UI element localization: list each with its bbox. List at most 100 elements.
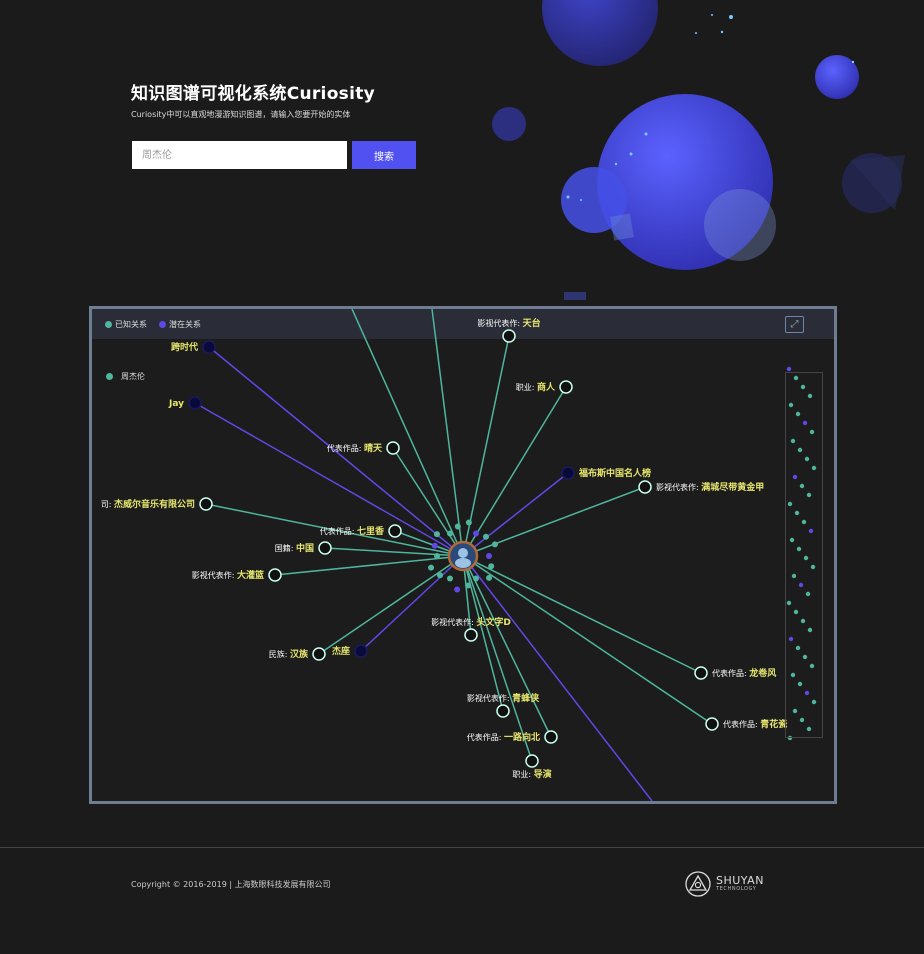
- graph-edge: [462, 555, 653, 801]
- label-value: 商人: [537, 381, 556, 393]
- latent-relation-icon: [159, 321, 166, 328]
- satellite-dot: [447, 575, 453, 582]
- label-value: 中国: [296, 542, 314, 554]
- knowledge-graph-canvas[interactable]: 影视代表作: 天台职业: 商人跨时代Jay代表作品: 晴天福布斯中国名人榜影视代…: [92, 309, 834, 801]
- label-key: 职业:: [512, 769, 533, 779]
- graph-node-label: 司: 杰威尔音乐有限公司: [101, 498, 195, 510]
- satellite-dot: [465, 582, 472, 589]
- entity-dot-icon: [106, 373, 113, 380]
- legend-latent-label: 潜在关系: [169, 320, 201, 329]
- graph-node-label: Jay: [168, 399, 184, 409]
- minimap-dot: [786, 366, 792, 372]
- graph-edge: [462, 386, 567, 557]
- graph-node[interactable]: [312, 647, 326, 661]
- label-value: 大灌篮: [237, 569, 264, 581]
- graph-node-label: 跨时代: [171, 341, 198, 353]
- satellite-dot: [491, 541, 498, 548]
- graph-node-label: 国籍: 中国: [275, 542, 314, 554]
- graph-node[interactable]: [694, 666, 708, 680]
- label-key: 司:: [101, 500, 114, 509]
- graph-node[interactable]: [386, 441, 400, 455]
- graph-node[interactable]: [202, 340, 216, 354]
- graph-edge: [360, 555, 464, 652]
- satellite-dot: [431, 542, 438, 549]
- graph-node-label: 福布斯中国名人榜: [578, 467, 651, 479]
- satellite-dot: [454, 586, 461, 593]
- graph-edge: [462, 472, 569, 557]
- legend-latent[interactable]: 潜在关系: [159, 319, 201, 330]
- label-key: 影视代表作:: [192, 570, 237, 580]
- brand-logo: SHUYAN TECHNOLOGY: [685, 871, 764, 897]
- graph-node[interactable]: [496, 704, 510, 718]
- copyright-text: Copyright © 2016-2019 | 上海数眼科技发展有限公司: [131, 880, 331, 889]
- graph-node[interactable]: [502, 329, 516, 343]
- satellite-dot: [465, 519, 472, 526]
- legend-known[interactable]: 已知关系: [105, 319, 147, 330]
- graph-node-label: 影视代表作: 天台: [477, 317, 540, 329]
- graph-node-label: 影视代表作: 大灌篮: [192, 569, 264, 581]
- label-key: 代表作品:: [712, 668, 749, 678]
- graph-edge: [351, 309, 464, 557]
- graph-node[interactable]: [638, 480, 652, 494]
- graph-node[interactable]: [525, 754, 539, 768]
- knowledge-graph-panel[interactable]: 影视代表作: 天台 职业: 商人 跨时代 Jay 代表作品: 晴天 福布斯中国名人榜 影视代…: [89, 306, 837, 804]
- graph-node-label: 杰座: [332, 645, 350, 657]
- legend-known-label: 已知关系: [115, 320, 147, 329]
- graph-node[interactable]: [464, 628, 478, 642]
- graph-node-label: 代表作品: 七里香: [320, 525, 385, 537]
- satellite-dot: [433, 531, 440, 538]
- graph-node[interactable]: [544, 730, 558, 744]
- satellite-dot: [486, 574, 493, 581]
- entity-filter-label: 周杰伦: [121, 372, 145, 381]
- graph-node[interactable]: [188, 396, 202, 410]
- label-value: 青蜂侠: [512, 692, 540, 704]
- graph-edge: [462, 555, 702, 674]
- label-key: 代表作品:: [467, 732, 504, 742]
- graph-node[interactable]: [559, 380, 573, 394]
- satellite-dot: [488, 563, 495, 570]
- satellite-dot: [482, 533, 489, 540]
- satellite-dot: [486, 553, 492, 559]
- satellite-dot: [437, 572, 444, 579]
- graph-node[interactable]: [199, 497, 213, 511]
- graph-node[interactable]: [561, 466, 575, 480]
- expand-button[interactable]: ⤢: [785, 316, 804, 333]
- label-value: 汉族: [290, 648, 309, 660]
- graph-node[interactable]: [354, 644, 368, 658]
- label-value: 青花瓷: [760, 718, 787, 730]
- label-value: 福布斯中国名人榜: [578, 467, 651, 479]
- label-key: 代表作品:: [320, 526, 357, 536]
- label-key: 影视代表作:: [477, 318, 522, 328]
- label-key: 影视代表作:: [431, 617, 476, 627]
- graph-edge: [318, 555, 464, 655]
- label-key: 影视代表作:: [467, 693, 512, 703]
- graph-minimap[interactable]: [785, 372, 823, 738]
- expand-icon: ⤢: [790, 319, 799, 330]
- label-key: 代表作品:: [327, 443, 364, 453]
- satellite-dot: [434, 553, 440, 559]
- graph-edge: [431, 309, 464, 557]
- avatar: [458, 548, 468, 558]
- label-value: 七里香: [357, 525, 385, 537]
- graph-node[interactable]: [705, 717, 719, 731]
- label-key: 影视代表作:: [656, 482, 701, 492]
- brand-name: SHUYAN: [716, 874, 764, 887]
- graph-node[interactable]: [318, 541, 332, 555]
- label-key: 职业:: [516, 382, 537, 392]
- label-value: 导演: [534, 768, 552, 780]
- label-value: 龙卷风: [748, 667, 776, 679]
- search-input[interactable]: [132, 141, 347, 169]
- label-value: 天台: [523, 317, 541, 329]
- graph-node-label: 代表作品: 青花瓷: [723, 718, 787, 730]
- graph-node[interactable]: [268, 568, 282, 582]
- search-button[interactable]: 搜索: [352, 141, 416, 169]
- label-value: 头文字D: [476, 616, 510, 628]
- graph-node-label: 民族: 汉族: [269, 648, 309, 660]
- entity-filter-item[interactable]: 周杰伦: [106, 371, 145, 382]
- graph-node-label: 职业: 导演: [512, 768, 551, 780]
- graph-node[interactable]: [388, 524, 402, 538]
- graph-node-label: 影视代表作: 满城尽带黄金甲: [656, 481, 764, 493]
- satellite-dot: [428, 564, 435, 571]
- label-key: 代表作品:: [723, 719, 760, 729]
- label-value: 跨时代: [171, 341, 198, 353]
